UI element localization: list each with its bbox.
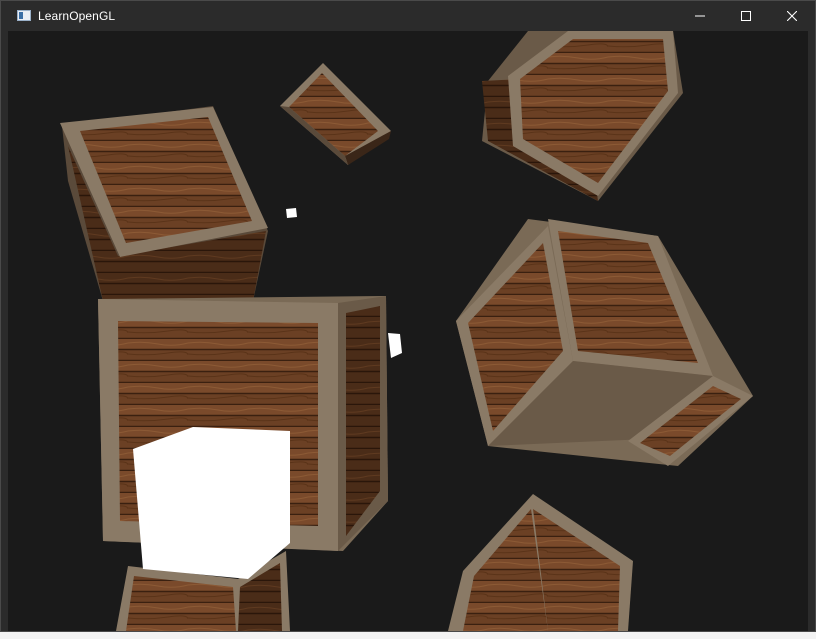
close-icon [787, 11, 797, 21]
application-window-icon[interactable] [17, 10, 31, 21]
scene-canvas [8, 31, 808, 631]
minimize-button[interactable] [677, 1, 723, 31]
title-bar[interactable]: LearnOpenGL [1, 1, 815, 31]
close-button[interactable] [769, 1, 815, 31]
light-cube-small [286, 208, 297, 218]
window-title: LearnOpenGL [38, 9, 116, 23]
maximize-button[interactable] [723, 1, 769, 31]
application-window: LearnOpenGL [0, 0, 816, 632]
opengl-viewport[interactable] [8, 31, 808, 631]
minimize-icon [695, 15, 705, 17]
light-cube-large [133, 427, 290, 579]
maximize-icon [741, 11, 751, 21]
